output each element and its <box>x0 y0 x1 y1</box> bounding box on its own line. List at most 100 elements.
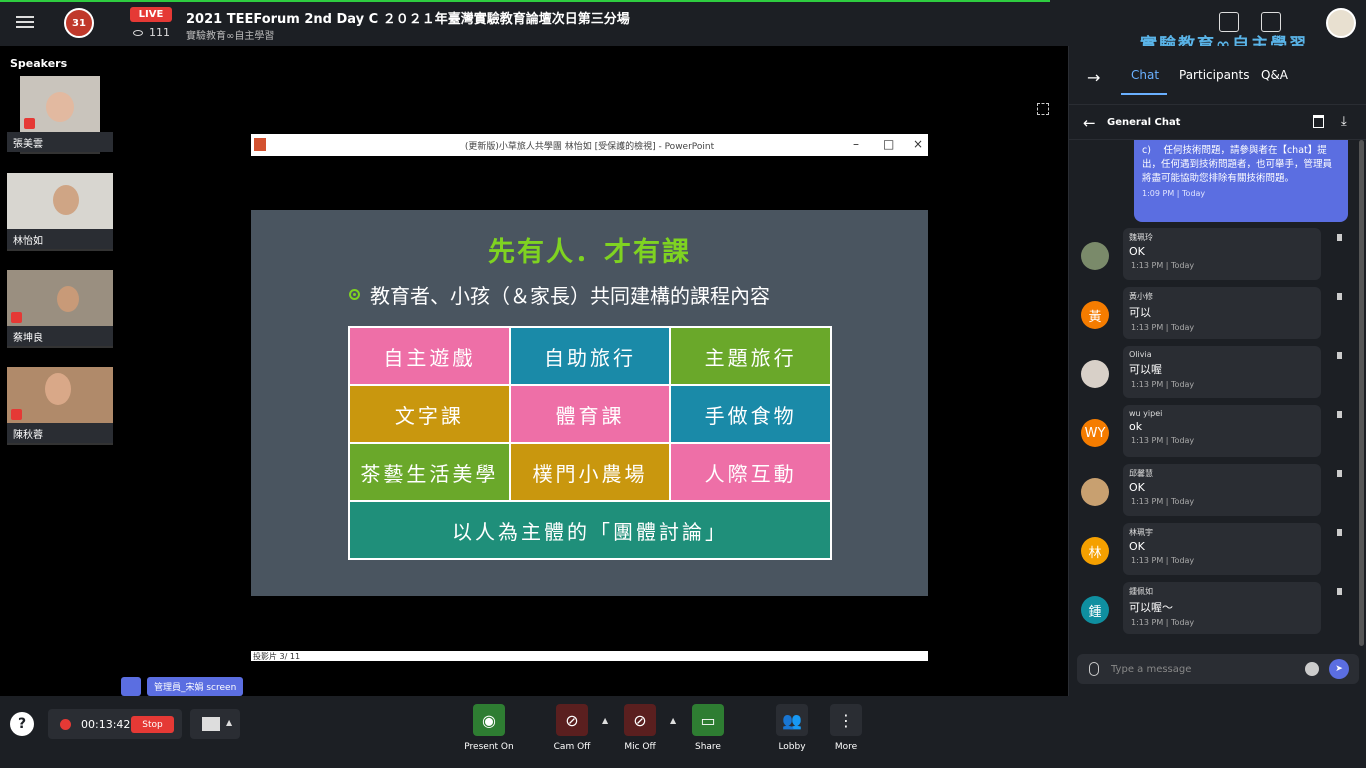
message-text: OK <box>1129 540 1145 553</box>
minimize-icon[interactable]: – <box>853 137 859 151</box>
live-badge: LIVE <box>130 7 172 22</box>
speaker-tile[interactable]: 蔡坤良 <box>7 270 113 348</box>
active-tab-indicator <box>1121 93 1167 95</box>
message-time: 1:13 PM | Today <box>1131 497 1195 506</box>
delete-message-icon[interactable] <box>1337 411 1342 418</box>
message-time: 1:13 PM | Today <box>1131 618 1195 627</box>
speaker-video <box>7 173 113 229</box>
fullscreen-icon[interactable] <box>1037 103 1049 115</box>
slide-title: 先有人．才有課 <box>488 237 691 268</box>
mic-muted-icon <box>11 409 22 420</box>
delete-message-icon[interactable] <box>1337 293 1342 300</box>
message-time: 1:13 PM | Today <box>1131 436 1195 445</box>
mic-muted-icon <box>11 312 22 323</box>
speaker-face <box>53 185 79 215</box>
speaker-video <box>7 270 113 326</box>
pin-icon[interactable] <box>121 677 141 696</box>
layout-button[interactable]: ▲ <box>190 709 240 739</box>
mic-off-button[interactable]: ⊘ Mic Off <box>610 704 670 752</box>
share-button[interactable]: ▭ Share <box>678 704 738 752</box>
chat-scrollbar[interactable] <box>1359 140 1364 646</box>
message-text: 可以喔～ <box>1129 601 1173 614</box>
tab-participants[interactable]: Participants <box>1179 68 1250 82</box>
trash-icon[interactable] <box>1313 115 1324 128</box>
present-on-button[interactable]: ◉ Present On <box>459 704 519 752</box>
message-bubble: wu yipei ok 1:13 PM | Today <box>1123 405 1321 457</box>
message-bubble: 邱馨慧 OK 1:13 PM | Today <box>1123 464 1321 516</box>
emoji-icon[interactable] <box>1305 662 1319 676</box>
calendar-icon[interactable] <box>1261 12 1281 32</box>
attachment-icon[interactable] <box>1089 662 1099 676</box>
close-icon[interactable]: × <box>913 137 923 151</box>
group-discussion-cell: 以人為主體的「團體討論」 <box>350 502 830 558</box>
bottom-toolbar: ? 00:13:42 Stop ▲ ◉ Present On ⊘ Cam Off… <box>0 696 1366 768</box>
delete-message-icon[interactable] <box>1337 529 1342 536</box>
event-subtitle: 實驗教育∞自主學習 <box>186 31 275 42</box>
message-sender: 鍾佩如 <box>1129 587 1153 596</box>
message-bubble: 林珮宇 OK 1:13 PM | Today <box>1123 523 1321 575</box>
recording-time: 00:13:42 <box>81 718 131 731</box>
delete-message-icon[interactable] <box>1337 470 1342 477</box>
message-input-box: ➤ <box>1077 654 1359 684</box>
present-on-label: Present On <box>464 742 514 752</box>
delete-message-icon[interactable] <box>1337 234 1342 241</box>
sender-avatar <box>1081 478 1109 506</box>
course-cell: 體育課 <box>510 386 670 442</box>
back-arrow-icon[interactable]: ← <box>1083 114 1096 132</box>
eye-icon <box>133 29 143 36</box>
message-input[interactable] <box>1111 660 1301 678</box>
mic-off-label: Mic Off <box>624 742 656 752</box>
message-bubble: 魏珮玲 OK 1:13 PM | Today <box>1123 228 1321 280</box>
tab-chat[interactable]: Chat <box>1131 68 1159 82</box>
cam-off-label: Cam Off <box>553 742 591 752</box>
chevron-up-icon[interactable]: ▲ <box>670 716 676 725</box>
more-button[interactable]: ⋮ More <box>816 704 876 752</box>
stop-recording-button[interactable]: Stop <box>131 716 174 733</box>
course-cell: 自主遊戲 <box>350 328 509 384</box>
logo-text: 31 <box>72 17 86 29</box>
collapse-panel-icon[interactable]: → <box>1087 68 1100 87</box>
user-avatar[interactable] <box>1326 8 1356 38</box>
slide-bullet: 教育者、小孩（＆家長）共同建構的課程內容 <box>349 280 770 309</box>
maximize-icon[interactable]: □ <box>883 137 894 151</box>
speaker-name: 林怡如 <box>7 229 113 249</box>
chat-title: General Chat <box>1107 117 1181 128</box>
recording-box: 00:13:42 Stop <box>48 709 182 739</box>
speaker-tile[interactable]: 林怡如 <box>7 173 113 251</box>
panel-tabs: → Chat Participants Q&A <box>1069 60 1366 95</box>
tab-qa[interactable]: Q&A <box>1261 68 1288 82</box>
course-cell: 茶藝生活美學 <box>350 444 509 500</box>
send-button[interactable]: ➤ <box>1329 659 1349 679</box>
speaker-tile[interactable]: 陳秋蓉 <box>7 367 113 445</box>
message-time: 1:13 PM | Today <box>1131 323 1195 332</box>
speaker-video <box>7 367 113 423</box>
sender-avatar: 林 <box>1081 537 1109 565</box>
speaker-face <box>45 373 71 405</box>
chat-message: 魏珮玲 OK 1:13 PM | Today <box>1069 228 1359 280</box>
cam-off-button[interactable]: ⊘ Cam Off <box>542 704 602 752</box>
message-time: 1:13 PM | Today <box>1131 380 1195 389</box>
chat-message: 黃 黃小修 可以 1:13 PM | Today <box>1069 287 1359 339</box>
download-icon[interactable]: ⤓ <box>1341 114 1347 129</box>
clapperboard-icon[interactable] <box>1219 12 1239 32</box>
own-message-time: 1:09 PM | Today <box>1142 189 1206 198</box>
chevron-up-icon[interactable]: ▲ <box>226 718 232 727</box>
delete-message-icon[interactable] <box>1337 352 1342 359</box>
event-title: 2021 TEEForum 2nd Day C ２０２１年臺灣實驗教育論壇次日第… <box>186 12 630 27</box>
message-sender: 邱馨慧 <box>1129 469 1153 478</box>
message-sender: 魏珮玲 <box>1129 233 1153 242</box>
message-text: ok <box>1129 420 1143 433</box>
delete-message-icon[interactable] <box>1337 588 1342 595</box>
share-screen-icon: ▭ <box>692 704 724 736</box>
viewer-count-value: 111 <box>149 26 170 39</box>
forum-logo: 31 <box>64 8 94 38</box>
speaker-tile[interactable]: 張美雲 <box>7 76 113 154</box>
lobby-button[interactable]: 👥 Lobby <box>762 704 822 752</box>
help-icon[interactable]: ? <box>10 712 34 736</box>
chevron-up-icon[interactable]: ▲ <box>602 716 608 725</box>
course-grid: 自主遊戲 自助旅行 主題旅行 文字課 體育課 手做食物 茶藝生活美學 樸門小農場… <box>348 326 832 560</box>
hamburger-menu-icon[interactable] <box>14 13 36 33</box>
more-label: More <box>834 742 858 752</box>
chat-message: 邱馨慧 OK 1:13 PM | Today <box>1069 464 1359 516</box>
viewer-count: 111 <box>133 26 170 39</box>
